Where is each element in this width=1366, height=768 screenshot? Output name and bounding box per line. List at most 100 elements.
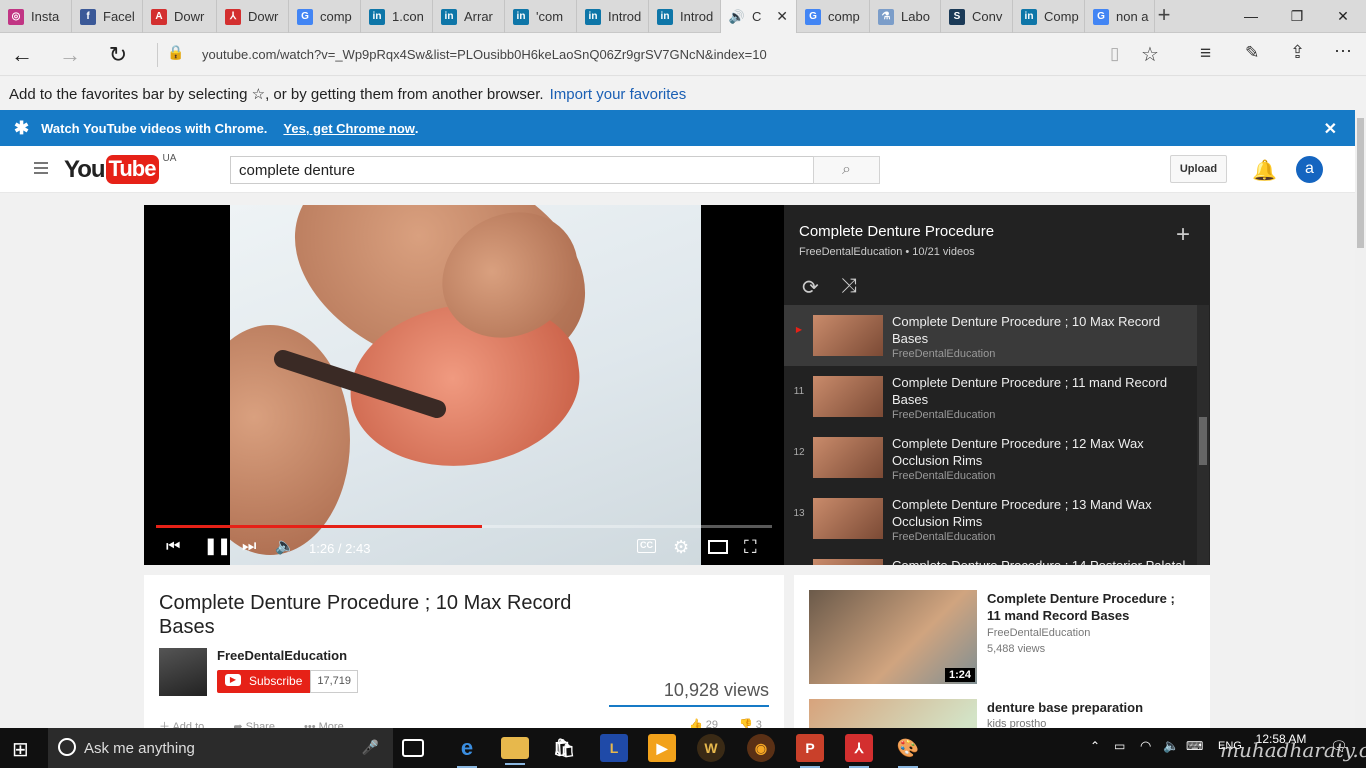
close-window-button[interactable]: ✕ [1320, 0, 1366, 33]
previous-icon[interactable]: ⏮ [166, 537, 180, 557]
loop-icon[interactable]: ⟳ [802, 275, 819, 300]
avatar[interactable]: a [1296, 156, 1323, 183]
new-tab-button[interactable]: + [1152, 4, 1176, 28]
playlist-scrollbar[interactable] [1197, 305, 1209, 565]
powerpoint-icon[interactable]: P [796, 734, 824, 768]
tray-chevron-icon[interactable]: ⌃ [1090, 739, 1100, 753]
logo-region: UA [162, 153, 177, 164]
subscribe-button[interactable]: ▶ Subscribe 17,719 [217, 670, 451, 693]
playlist-title[interactable]: Complete Denture Procedure [799, 223, 1189, 240]
windows-start-icon[interactable]: ⊞ [12, 737, 29, 762]
tab-15[interactable]: Gnon a [1085, 0, 1155, 33]
app-icon[interactable]: ◉ [747, 734, 775, 762]
tab-12[interactable]: ⚗ Labo [870, 0, 941, 33]
related-title[interactable]: Complete Denture Procedure ; 11 mand Rec… [987, 590, 1192, 624]
store-icon[interactable]: 🛍 [550, 734, 578, 762]
tab-4[interactable]: Gcomp [289, 0, 361, 33]
volume-icon[interactable]: 🔈 [275, 537, 295, 557]
playlist-thumbnail[interactable] [813, 376, 883, 417]
theater-mode-icon[interactable] [708, 540, 728, 554]
file-explorer-icon[interactable] [501, 737, 529, 765]
add-playlist-icon[interactable]: + [1176, 221, 1190, 249]
playlist-item-title[interactable]: Complete Denture Procedure ; 10 Max Reco… [892, 313, 1187, 347]
back-button[interactable]: ← [2, 33, 42, 76]
close-promo-icon[interactable]: ✕ [1324, 119, 1337, 139]
shuffle-icon[interactable]: ⤨ [841, 275, 857, 298]
youtube-logo[interactable]: You Tube UA [64, 153, 177, 184]
pause-icon[interactable]: ❚❚ [204, 537, 231, 557]
tab-10[interactable]: 🔊 C ✕ [721, 0, 797, 33]
playlist-thumbnail[interactable] [813, 498, 883, 539]
task-view-icon[interactable] [402, 739, 424, 757]
acrobat-taskbar-icon[interactable]: ⅄ [845, 734, 873, 768]
tab-11[interactable]: Gcomp [797, 0, 870, 33]
import-favorites-link[interactable]: Import your favorites [550, 86, 687, 103]
playlist-item-title[interactable]: Complete Denture Procedure ; 14 Posterio… [892, 557, 1187, 565]
video-player[interactable]: ⏮ ❚❚ ⏭ 🔈 1:26 / 2:43 CC ⚙ ⛶ [144, 205, 784, 565]
playlist-item[interactable]: 12 Complete Denture Procedure ; 12 Max Wa… [784, 427, 1197, 488]
next-icon[interactable]: ⏭ [242, 537, 256, 557]
playlist-item[interactable]: 13 Complete Denture Procedure ; 13 Mand W… [784, 488, 1197, 549]
hub-icon[interactable]: ≡ [1200, 43, 1211, 65]
channel-name[interactable]: FreeDentalEducation [217, 648, 347, 663]
web-note-icon[interactable]: ✎ [1245, 43, 1259, 63]
channel-avatar[interactable] [159, 648, 207, 696]
tab-7[interactable]: in 'com [505, 0, 577, 33]
playlist-item-title[interactable]: Complete Denture Procedure ; 13 Mand Wax… [892, 496, 1187, 530]
wifi-icon[interactable]: ◠ [1140, 738, 1151, 754]
related-title[interactable]: denture base preparation [987, 699, 1192, 716]
captions-button[interactable]: CC [637, 539, 656, 553]
favorite-star-icon[interactable]: ☆ [1141, 42, 1159, 67]
minimize-button[interactable]: — [1228, 0, 1274, 33]
share-icon[interactable]: ⇪ [1290, 42, 1305, 63]
search-button[interactable]: ⌕ [813, 156, 880, 184]
playlist-item[interactable]: Complete Denture Procedure ; 14 Posterio… [784, 549, 1197, 565]
playlist-thumbnail[interactable] [813, 559, 883, 565]
microphone-icon[interactable]: 🎤 [362, 739, 379, 756]
keyboard-icon[interactable]: ⌨ [1186, 739, 1203, 753]
tab-0[interactable]: ◎ Insta [0, 0, 72, 33]
edge-icon[interactable]: e [453, 734, 481, 768]
playlist-item[interactable]: ▶ Complete Denture Procedure ; 10 Max Rec… [784, 305, 1197, 366]
media-player-icon[interactable]: ▶ [648, 734, 676, 762]
page-scrollbar[interactable] [1355, 110, 1366, 728]
playlist-thumbnail[interactable] [813, 437, 883, 478]
tab-14[interactable]: in Comp [1013, 0, 1085, 33]
tab-2[interactable]: A Dowr [143, 0, 217, 33]
battery-icon[interactable]: ▭ [1114, 739, 1125, 753]
upload-button[interactable]: Upload [1170, 155, 1227, 183]
playlist-thumbnail[interactable] [813, 315, 883, 356]
url-field[interactable]: youtube.com/watch?v=_Wp9pRqx4Sw&list=PLO… [202, 47, 767, 62]
tab-6[interactable]: in Arrar [433, 0, 505, 33]
tab-13[interactable]: S Conv [941, 0, 1013, 33]
playlist-item-title[interactable]: Complete Denture Procedure ; 12 Max Wax … [892, 435, 1187, 469]
tab-1[interactable]: f Facel [72, 0, 143, 33]
search-input[interactable]: complete denture [230, 156, 814, 184]
progress-bar[interactable] [156, 525, 772, 528]
game-icon[interactable]: W [697, 734, 725, 762]
tab-3[interactable]: ⅄ Dowr [217, 0, 289, 33]
forward-button[interactable]: → [50, 33, 90, 76]
tab-9[interactable]: in Introd [649, 0, 721, 33]
settings-gear-icon[interactable]: ⚙ [673, 537, 689, 557]
tab-8[interactable]: in Introd [577, 0, 649, 33]
favorites-hint: Add to the favorites bar by selecting ☆,… [9, 86, 544, 103]
paint-icon[interactable]: 🎨 [894, 734, 922, 768]
cortana-search[interactable]: Ask me anything 🎤 [48, 728, 393, 768]
volume-tray-icon[interactable]: 🔈 [1163, 738, 1179, 754]
close-tab-icon[interactable]: ✕ [776, 8, 788, 25]
fullscreen-icon[interactable]: ⛶ [744, 537, 757, 557]
get-chrome-link[interactable]: Yes, get Chrome now [283, 121, 414, 136]
playlist-item-title[interactable]: Complete Denture Procedure ; 11 mand Rec… [892, 374, 1187, 408]
more-menu-icon[interactable]: ⋯ [1334, 41, 1352, 62]
tab-5[interactable]: in 1.con [361, 0, 433, 33]
refresh-button[interactable]: ↻ [98, 33, 138, 76]
notifications-bell-icon[interactable]: 🔔 [1252, 158, 1277, 183]
reading-view-icon[interactable]: ▯ [1110, 44, 1119, 64]
lexicon-icon[interactable]: L [600, 734, 628, 762]
restore-button[interactable]: ❐ [1274, 0, 1320, 33]
playlist-scroll-thumb[interactable] [1199, 417, 1207, 465]
playlist-item[interactable]: 11 Complete Denture Procedure ; 11 mand R… [784, 366, 1197, 427]
page-scroll-thumb[interactable] [1357, 118, 1364, 248]
hamburger-menu-icon[interactable] [34, 162, 48, 177]
